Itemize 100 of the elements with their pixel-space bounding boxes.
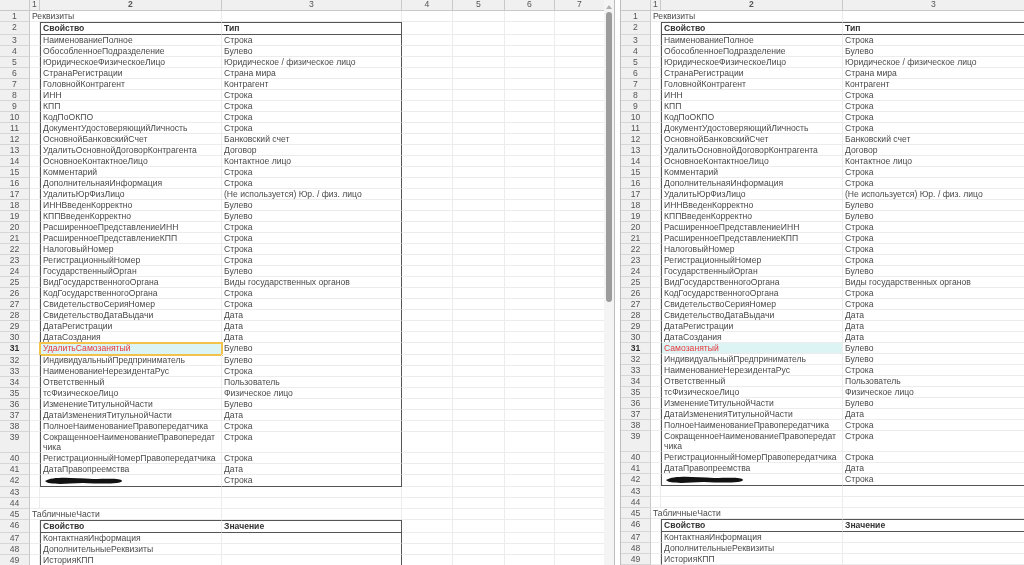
row-number: 8	[621, 89, 651, 101]
table-cell: НаименованиеПолное	[40, 34, 222, 46]
table-cell: УдалитьЮрФизЛицо	[40, 188, 222, 200]
row-number: 38	[621, 419, 651, 431]
row-number: 46	[621, 519, 651, 533]
row-number: 48	[0, 544, 30, 556]
table-cell: ЮридическоеФизическоеЛицо	[661, 56, 843, 68]
table-cell: Физическое лицо	[222, 387, 402, 399]
table-cell: Строка	[222, 365, 402, 377]
table-cell: Контактное лицо	[843, 155, 1024, 167]
table-cell: тсФизическоеЛицо	[40, 387, 222, 399]
table-cell: Строка	[222, 111, 402, 123]
table-cell: ДополнительнаяИнформация	[40, 177, 222, 189]
column-header[interactable]: 5	[453, 0, 505, 11]
column-header[interactable]: 1	[30, 0, 40, 11]
table-cell: ДатаРегистрации	[661, 320, 843, 332]
row-number: 6	[0, 67, 30, 79]
table-cell: ГосударственныйОрган	[40, 265, 222, 277]
table-cell: СвидетельствоДатаВыдачи	[661, 309, 843, 321]
column-header[interactable]: 2	[661, 0, 843, 11]
table-cell: тсФизическоеЛицо	[661, 386, 843, 398]
row-number: 1	[0, 10, 30, 22]
table-cell: ВидГосударственногоОргана	[40, 276, 222, 288]
table-cell: Виды государственных органов	[843, 276, 1024, 288]
row-number: 47	[621, 532, 651, 544]
table-cell: ИННВведенКорректно	[661, 199, 843, 211]
row-number: 31	[621, 342, 651, 354]
table-cell: Дата	[222, 331, 402, 343]
corner-cell	[0, 0, 30, 11]
row-number: 41	[0, 463, 30, 475]
table-cell: ОсновнойБанковскийСчет	[40, 133, 222, 145]
section-title: Реквизиты	[651, 10, 843, 22]
scroll-up-icon[interactable]	[606, 4, 612, 9]
table-cell: УдалитьОсновнойДоговорКонтрагента	[661, 144, 843, 156]
table-cell: ДатаСоздания	[661, 331, 843, 343]
table-cell: РасширенноеПредставлениеИНН	[40, 221, 222, 233]
table-cell: Банковский счет	[843, 133, 1024, 145]
column-header[interactable]: 3	[222, 0, 402, 11]
row-number: 33	[621, 364, 651, 376]
table-cell: НалоговыйНомер	[40, 243, 222, 255]
row-number: 37	[621, 408, 651, 420]
table-cell: Булево	[843, 353, 1024, 365]
scrollbar-thumb[interactable]	[606, 12, 612, 302]
row-number: 9	[0, 100, 30, 112]
table-cell: Булево	[222, 342, 402, 355]
row-number: 6	[621, 67, 651, 79]
table-cell: Виды государственных органов	[222, 276, 402, 288]
row-number: 12	[621, 133, 651, 145]
column-header[interactable]: 3	[843, 0, 1024, 11]
table-cell: Строка	[222, 287, 402, 299]
row-number: 32	[0, 354, 30, 366]
table-cell: УдалитьЮрФизЛицо	[661, 188, 843, 200]
row-number: 3	[621, 34, 651, 46]
table-cell: Строка	[222, 232, 402, 244]
column-header[interactable]: 1	[651, 0, 661, 11]
table-cell: СвидетельствоДатаВыдачи	[40, 309, 222, 321]
table-cell: ПолноеНаименованиеПравопередатчика	[40, 420, 222, 432]
section-title: Реквизиты	[30, 10, 222, 22]
table-cell: ИсторияКПП	[661, 554, 843, 565]
row-number: 4	[0, 45, 30, 57]
table-cell: ОсновноеКонтактноеЛицо	[661, 155, 843, 167]
table-cell: КПП	[661, 100, 843, 112]
table-cell: НалоговыйНомер	[661, 243, 843, 255]
table-cell: ЮридическоеФизическоеЛицо	[40, 56, 222, 68]
row-number: 19	[621, 210, 651, 222]
column-header[interactable]: 7	[555, 0, 604, 11]
row-number: 43	[0, 487, 30, 499]
row-number: 36	[621, 397, 651, 409]
table-cell: Физическое лицо	[843, 386, 1024, 398]
table-cell: Строка	[843, 100, 1024, 112]
table-cell: Дата	[222, 409, 402, 421]
table-cell: Строка	[222, 221, 402, 233]
row-number: 10	[0, 111, 30, 123]
column-header[interactable]: 2	[40, 0, 222, 11]
table-cell: КППВведенКорректно	[661, 210, 843, 222]
column-header[interactable]: 4	[402, 0, 453, 11]
row-number: 49	[621, 554, 651, 565]
table-cell: Булево	[843, 210, 1024, 222]
table-cell: Строка	[222, 34, 402, 46]
table-cell: ИНН	[661, 89, 843, 101]
table-cell: ДополнительныеРеквизиты	[40, 544, 222, 556]
table-cell: Дата	[843, 309, 1024, 321]
row-number: 22	[0, 243, 30, 255]
table-cell: Дата	[222, 463, 402, 475]
table-cell: КонтактнаяИнформация	[661, 532, 843, 544]
table-cell: ОсновноеКонтактноеЛицо	[40, 155, 222, 167]
row-number: 17	[0, 188, 30, 200]
table-cell: Строка	[843, 298, 1024, 310]
section-title: ТабличныеЧасти	[30, 509, 222, 521]
table-cell: Контрагент	[843, 78, 1024, 90]
table-cell: Строка	[843, 254, 1024, 266]
table-cell: Строка	[843, 111, 1024, 123]
table-cell: Строка	[222, 166, 402, 178]
row-number: 34	[621, 375, 651, 387]
table-cell: Строка	[843, 451, 1024, 463]
row-number: 3	[0, 34, 30, 46]
row-number: 32	[621, 353, 651, 365]
table-cell: СокращенноеНаименованиеПравопередатчика	[40, 431, 222, 453]
column-header[interactable]: 6	[505, 0, 555, 11]
header-cell: Значение	[222, 520, 402, 534]
